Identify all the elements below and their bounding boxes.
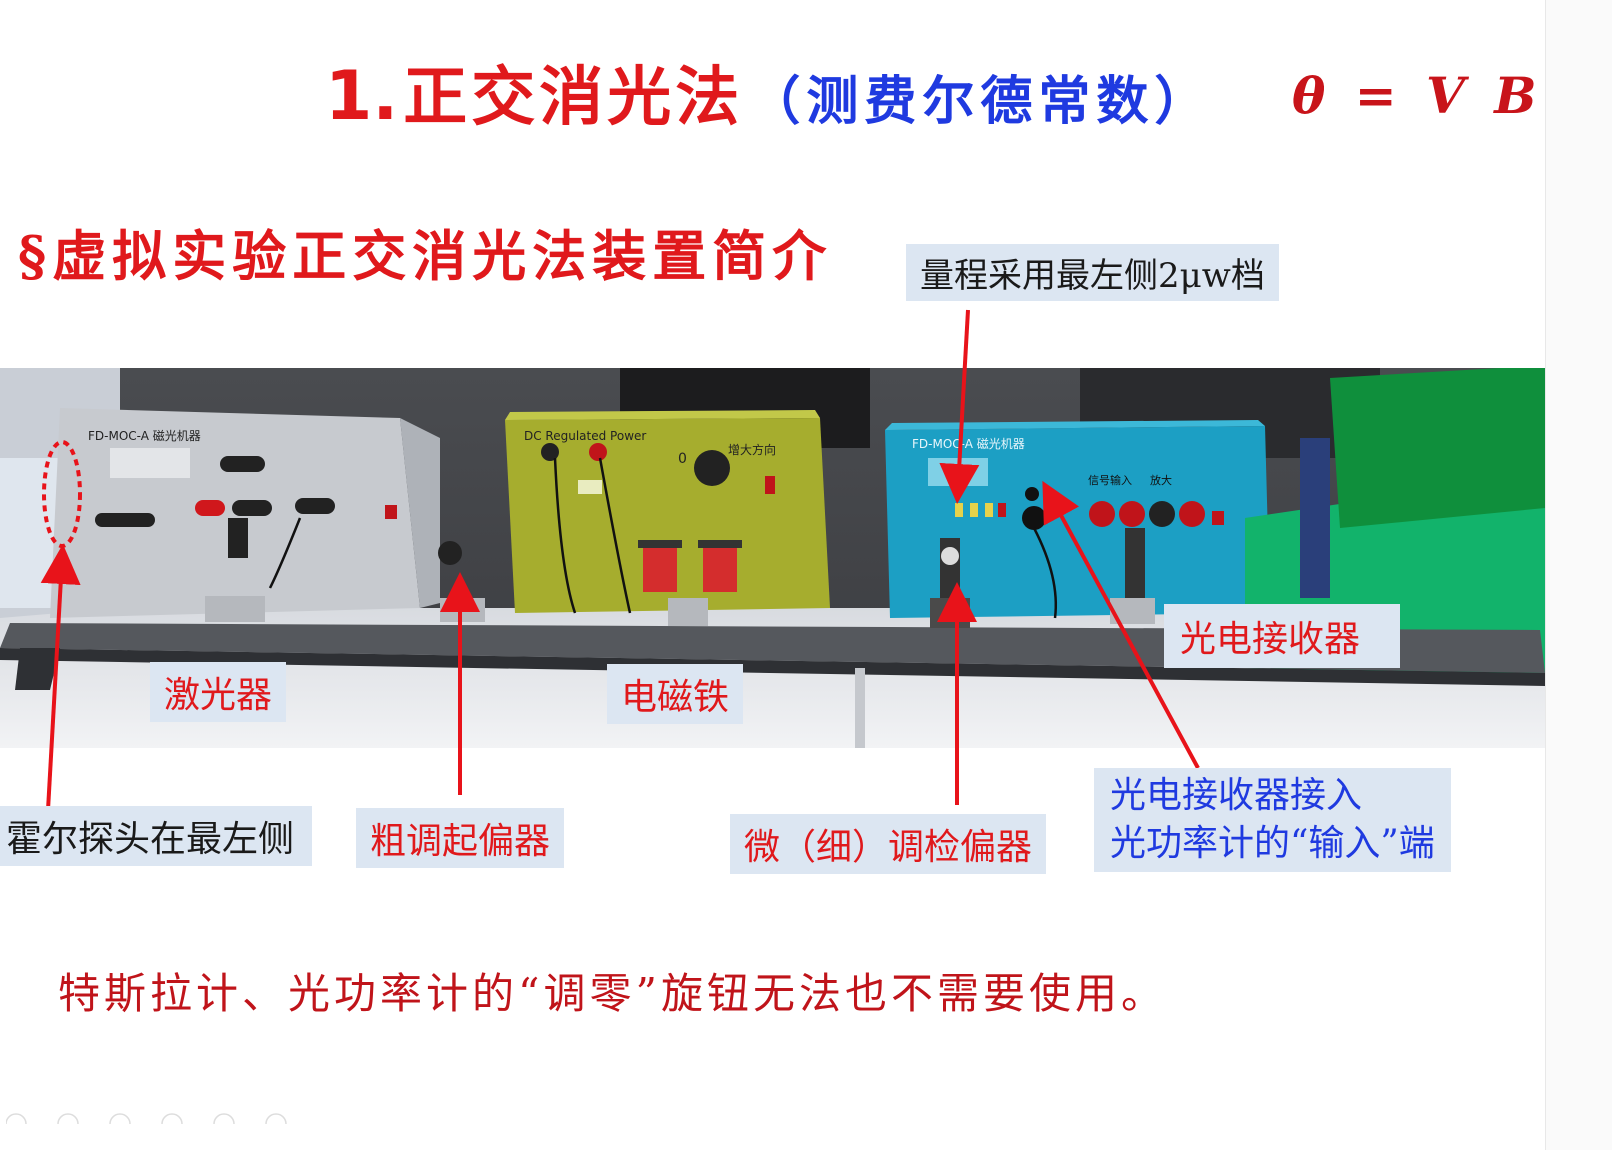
title-main: 正交消光法 — [403, 61, 744, 135]
slide-dots — [6, 1113, 287, 1124]
power-zero-label: 0 — [678, 451, 687, 467]
receiver-connect-line1: 光电接收器接入 — [1110, 775, 1363, 816]
title-subtitle: （测费尔德常数） — [748, 72, 1213, 132]
title-number: 1. — [325, 57, 399, 136]
receiver-connect-line2: 光功率计的“输入”端 — [1110, 823, 1435, 864]
left-unit-label: FD-MOC-A 磁光机器 — [88, 428, 201, 443]
right-amp-label: 放大 — [1150, 473, 1172, 487]
coarse-polarizer-label: 粗调起偏器 — [356, 808, 565, 868]
hall-probe-label: 霍尔探头在最左侧 — [0, 806, 313, 866]
power-supply-label: DC Regulated Power — [524, 429, 646, 443]
right-signal-label: 信号输入 — [1088, 473, 1132, 487]
electromagnet-label: 电磁铁 — [607, 664, 744, 724]
right-unit-label: FD-MOC-A 磁光机器 — [912, 436, 1025, 451]
bottom-note: 特斯拉计、光功率计的“调零”旋钮无法也不需要使用。 — [58, 969, 1167, 1018]
section-heading: §虚拟实验正交消光法装置简介 — [18, 224, 833, 288]
fine-analyzer-label: 微（细）调检偏器 — [730, 814, 1047, 874]
laser-label: 激光器 — [150, 662, 287, 722]
page-title: 1. 正交消光法 （测费尔德常数） — [325, 46, 1212, 138]
range-note-label: 量程采用最左侧2μw档 — [906, 244, 1279, 301]
photo-receiver-label: 光电接收器 — [1164, 604, 1401, 668]
power-knob-label: 增大方向 — [728, 442, 776, 457]
receiver-connect-label: 光电接收器接入 光功率计的“输入”端 — [1094, 768, 1451, 872]
right-margin-strip — [1545, 0, 1612, 1150]
